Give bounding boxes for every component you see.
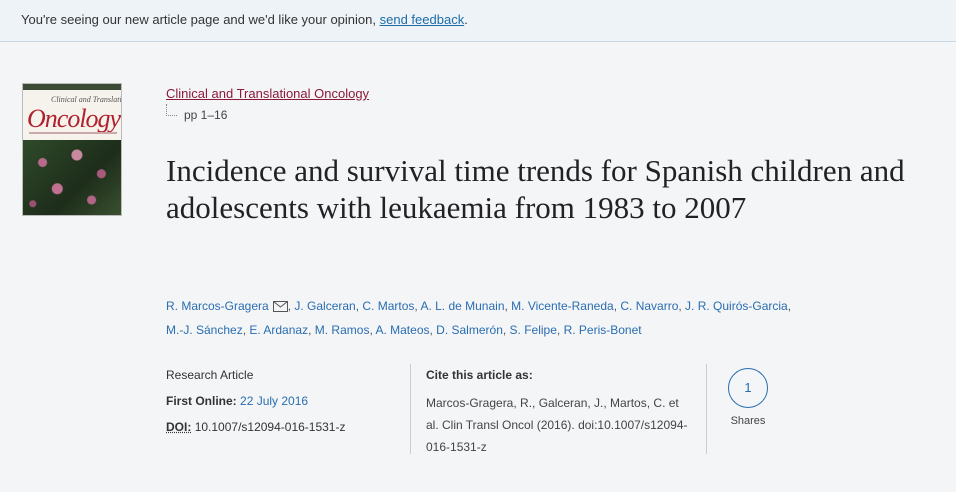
banner-suffix: . — [464, 12, 468, 27]
article-title: Incidence and survival time trends for S… — [166, 153, 905, 225]
author-link[interactable]: C. Martos — [362, 299, 414, 313]
doi: DOI: 10.1007/s12094-016-1531-z — [166, 420, 345, 434]
author-link[interactable]: A. L. de Munain — [420, 299, 504, 313]
journal-cover-image[interactable]: Clinical and Translational Oncology — [22, 83, 122, 216]
author-link[interactable]: M. Vicente-Raneda — [511, 299, 614, 313]
cover-strip — [23, 84, 121, 90]
cover-small-title: Clinical and Translational — [51, 95, 122, 104]
author-link[interactable]: A. Mateos — [375, 323, 429, 337]
divider — [706, 364, 707, 454]
cover-title: Oncology — [27, 104, 121, 133]
cover-subtitle-line — [29, 132, 117, 134]
first-online: First Online: 22 July 2016 — [166, 394, 308, 408]
author-link[interactable]: M. Ramos — [315, 323, 370, 337]
author-link[interactable]: R. Peris-Bonet — [564, 323, 642, 337]
banner-message: You're seeing our new article page and w… — [21, 12, 376, 27]
first-online-label: First Online: — [166, 394, 237, 408]
cover-artwork — [23, 140, 121, 215]
author-link[interactable]: S. Felipe — [510, 323, 557, 337]
author-link[interactable]: E. Ardanaz — [249, 323, 308, 337]
shares-count-button[interactable]: 1 — [728, 368, 768, 408]
cite-text: Marcos-Gragera, R., Galceran, J., Martos… — [426, 396, 688, 454]
first-online-date[interactable]: 22 July 2016 — [240, 394, 308, 408]
author-link[interactable]: R. Marcos-Gragera — [166, 299, 269, 313]
article-type: Research Article — [166, 368, 254, 382]
author-link[interactable]: J. Galceran — [294, 299, 355, 313]
send-feedback-link[interactable]: send feedback — [380, 12, 465, 27]
doi-label: DOI: — [166, 420, 192, 434]
journal-link[interactable]: Clinical and Translational Oncology — [166, 86, 369, 101]
mail-icon[interactable] — [272, 301, 288, 312]
pages-connector — [166, 104, 177, 116]
pages-text: pp 1–16 — [184, 108, 228, 122]
author-link[interactable]: M.-J. Sánchez — [166, 323, 243, 337]
doi-value: 10.1007/s12094-016-1531-z — [194, 420, 346, 434]
author-list: R. Marcos-Gragera, J. Galceran, C. Marto… — [166, 299, 792, 337]
banner-text: You're seeing our new article page and w… — [21, 12, 468, 27]
author-link[interactable]: J. R. Quirós-Garcia — [685, 299, 788, 313]
feedback-banner: You're seeing our new article page and w… — [0, 0, 956, 42]
author-link[interactable]: D. Salmerón — [436, 323, 503, 337]
shares-label: Shares — [730, 415, 766, 427]
cite-heading: Cite this article as: — [426, 368, 533, 382]
author-link[interactable]: C. Navarro — [620, 299, 678, 313]
divider — [410, 364, 411, 454]
